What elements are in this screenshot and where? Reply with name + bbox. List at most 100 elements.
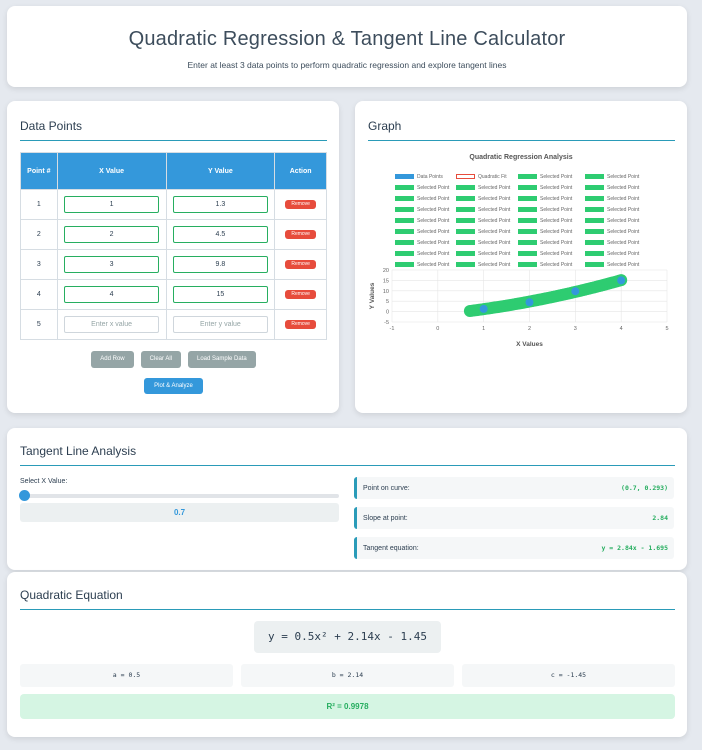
tangent-equation-label: Tangent equation:: [363, 544, 419, 552]
x-value-slider-thumb[interactable]: [19, 490, 30, 501]
chart-title: Quadratic Regression Analysis: [469, 154, 573, 161]
legend-item[interactable]: Selected Point: [395, 196, 449, 202]
legend-swatch: [518, 262, 537, 268]
quadratic-equation: y = 0.5x² + 2.14x - 1.45: [254, 621, 441, 653]
slope-label: Slope at point:: [363, 514, 408, 522]
remove-button[interactable]: Remove: [285, 230, 317, 239]
add-row-button[interactable]: Add Row: [91, 351, 134, 368]
legend-item[interactable]: Selected Point: [585, 218, 639, 224]
legend-item[interactable]: Selected Point: [585, 174, 639, 180]
legend-label: Selected Point: [478, 240, 511, 246]
legend-label: Selected Point: [540, 240, 573, 246]
y-value-input[interactable]: 9.8: [172, 256, 268, 273]
col-point-header: Point #: [20, 152, 58, 190]
point-number: 5: [20, 309, 58, 340]
tangent-equation-value: y = 2.84x - 1.695: [601, 544, 668, 552]
x-value-slider-track[interactable]: [20, 494, 339, 498]
legend-item[interactable]: Selected Point: [395, 218, 449, 224]
point-number: 1: [20, 189, 58, 220]
legend-swatch: [518, 218, 537, 224]
x-value-input[interactable]: 3: [64, 256, 160, 273]
remove-button[interactable]: Remove: [285, 260, 317, 269]
legend-item[interactable]: Selected Point: [518, 229, 572, 235]
legend-item[interactable]: Selected Point: [585, 262, 639, 268]
table-row: 1 1 1.3 Remove: [20, 189, 327, 220]
legend-label: Selected Point: [478, 229, 511, 235]
legend-swatch: [456, 174, 475, 180]
legend-label: Selected Point: [540, 229, 573, 235]
legend-label: Selected Point: [417, 229, 450, 235]
legend-item[interactable]: Selected Point: [585, 229, 639, 235]
legend-item[interactable]: Selected Point: [518, 207, 572, 213]
legend-label: Selected Point: [607, 229, 640, 235]
header-card: Quadratic Regression & Tangent Line Calc…: [7, 6, 687, 87]
legend-label: Selected Point: [540, 196, 573, 202]
legend-item[interactable]: Data Points: [395, 174, 443, 180]
legend-swatch: [456, 185, 475, 191]
legend-item[interactable]: Selected Point: [518, 218, 572, 224]
legend-swatch: [585, 207, 604, 213]
legend-swatch: [585, 251, 604, 257]
legend-item[interactable]: Selected Point: [456, 207, 510, 213]
load-sample-button[interactable]: Load Sample Data: [188, 351, 256, 368]
x-value-input[interactable]: 4: [64, 286, 160, 303]
legend-item[interactable]: Selected Point: [518, 251, 572, 257]
legend-item[interactable]: Selected Point: [518, 262, 572, 268]
legend-item[interactable]: Selected Point: [456, 229, 510, 235]
point-on-curve-row: Point on curve: (0.7, 0.293): [354, 477, 674, 499]
table-controls: Add Row Clear All Load Sample Data: [20, 351, 327, 368]
clear-all-button[interactable]: Clear All: [140, 351, 181, 368]
table-row: 2 2 4.5 Remove: [20, 219, 327, 250]
legend-item[interactable]: Selected Point: [456, 262, 510, 268]
remove-button[interactable]: Remove: [285, 200, 317, 209]
legend-item[interactable]: Selected Point: [395, 207, 449, 213]
x-value-input[interactable]: 2: [64, 226, 160, 243]
legend-item[interactable]: Selected Point: [395, 229, 449, 235]
legend-item[interactable]: Selected Point: [518, 240, 572, 246]
remove-button[interactable]: Remove: [285, 320, 317, 329]
page-subtitle: Enter at least 3 data points to perform …: [187, 60, 507, 70]
legend-item[interactable]: Selected Point: [456, 185, 510, 191]
coef-c: c = -1.45: [462, 664, 675, 687]
legend-label: Selected Point: [607, 185, 640, 191]
y-value-input[interactable]: 1.3: [172, 196, 268, 213]
legend-swatch: [456, 240, 475, 246]
legend-item[interactable]: Selected Point: [585, 185, 639, 191]
y-value-input[interactable]: 15: [172, 286, 268, 303]
legend-item[interactable]: Selected Point: [395, 251, 449, 257]
legend-swatch: [518, 185, 537, 191]
legend-item[interactable]: Selected Point: [585, 240, 639, 246]
legend-item[interactable]: Selected Point: [395, 240, 449, 246]
x-value-input[interactable]: 1: [64, 196, 160, 213]
y-value-input[interactable]: Enter y value: [172, 316, 268, 333]
slider-value-display: 0.7: [20, 503, 339, 522]
legend-item[interactable]: Selected Point: [395, 185, 449, 191]
legend-swatch: [585, 196, 604, 202]
legend-swatch: [395, 218, 414, 224]
tangent-title: Tangent Line Analysis: [20, 444, 675, 466]
plot-analyze-button[interactable]: Plot & Analyze: [144, 378, 203, 394]
y-value-input[interactable]: 4.5: [172, 226, 268, 243]
legend-item[interactable]: Selected Point: [456, 251, 510, 257]
x-value-input[interactable]: Enter x value: [64, 316, 160, 333]
legend-label: Quadratic Fit: [478, 174, 507, 180]
legend-item[interactable]: Selected Point: [518, 174, 572, 180]
point-number: 4: [20, 279, 58, 310]
legend-item[interactable]: Selected Point: [456, 218, 510, 224]
legend-item[interactable]: Selected Point: [456, 196, 510, 202]
table-row: 4 4 15 Remove: [20, 279, 327, 310]
legend-swatch: [395, 185, 414, 191]
legend-item[interactable]: Selected Point: [518, 185, 572, 191]
legend-label: Selected Point: [607, 207, 640, 213]
legend-item[interactable]: Quadratic Fit: [456, 174, 507, 180]
legend-swatch: [585, 185, 604, 191]
legend-item[interactable]: Selected Point: [585, 207, 639, 213]
remove-button[interactable]: Remove: [285, 290, 317, 299]
legend-label: Selected Point: [607, 196, 640, 202]
legend-item[interactable]: Selected Point: [585, 196, 639, 202]
legend-item[interactable]: Selected Point: [518, 196, 572, 202]
legend-item[interactable]: Selected Point: [456, 240, 510, 246]
legend-item[interactable]: Selected Point: [395, 262, 449, 268]
legend-item[interactable]: Selected Point: [585, 251, 639, 257]
page-title: Quadratic Regression & Tangent Line Calc…: [128, 28, 566, 50]
